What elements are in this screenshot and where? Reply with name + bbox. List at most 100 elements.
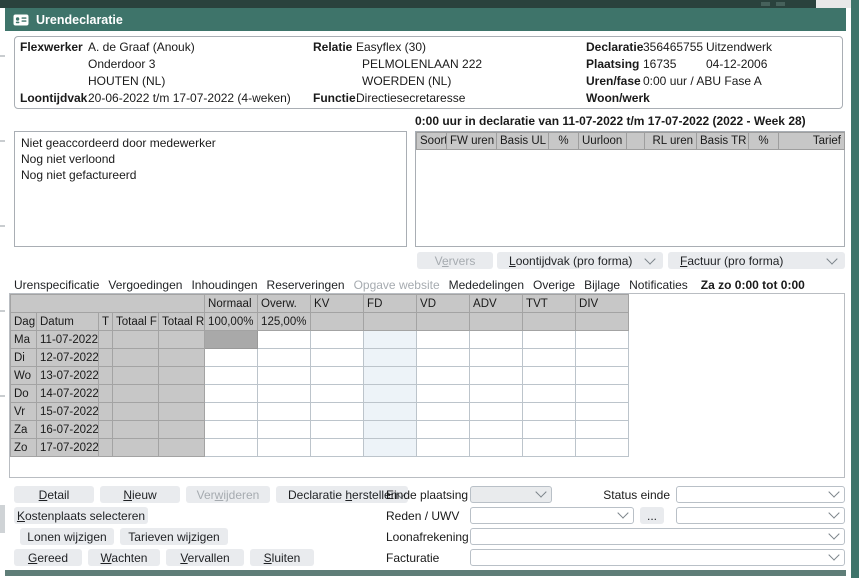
status-line: Nog niet gefactureerd bbox=[21, 167, 400, 183]
grid-cell[interactable] bbox=[258, 331, 311, 349]
wachten-button[interactable]: Wachten bbox=[88, 549, 160, 566]
grid-cell[interactable] bbox=[470, 421, 523, 439]
grid-cell[interactable] bbox=[417, 403, 470, 421]
uwv-dropdown[interactable] bbox=[676, 507, 845, 524]
nieuw-button[interactable]: Nieuw bbox=[100, 486, 180, 503]
grid-cell[interactable] bbox=[470, 439, 523, 457]
grid-cell[interactable] bbox=[364, 421, 417, 439]
grid-cell[interactable] bbox=[258, 403, 311, 421]
dialog-title: Urendeclaratie bbox=[36, 13, 123, 27]
tab-overige[interactable]: Overige bbox=[533, 278, 575, 292]
grid-cell[interactable] bbox=[258, 367, 311, 385]
grid-cell[interactable] bbox=[523, 385, 576, 403]
tab-notificaties[interactable]: Notificaties bbox=[629, 278, 688, 292]
grid-cell[interactable] bbox=[311, 403, 364, 421]
functie-label: Functie bbox=[313, 90, 356, 107]
loontijdvak-value: 20-06-2022 t/m 17-07-2022 (4-weken) bbox=[88, 90, 291, 107]
grid-cell[interactable] bbox=[205, 421, 258, 439]
grid-cell[interactable] bbox=[417, 331, 470, 349]
grid-cell[interactable] bbox=[417, 349, 470, 367]
rate-header-blank bbox=[627, 133, 645, 150]
loonafrekening-dropdown[interactable] bbox=[470, 528, 845, 545]
grid-cell[interactable] bbox=[205, 385, 258, 403]
urenfase-label: Uren/fase bbox=[586, 73, 641, 90]
grid-cell[interactable] bbox=[576, 331, 629, 349]
grid-cell[interactable] bbox=[470, 385, 523, 403]
grid-cell[interactable] bbox=[258, 439, 311, 457]
hours-grid: Normaal Overw. KV FD VD ADV TVT DIV Dag … bbox=[10, 294, 629, 457]
grid-col-overw: Overw. bbox=[258, 295, 311, 313]
grid-cell[interactable] bbox=[311, 331, 364, 349]
grid-cell[interactable] bbox=[258, 385, 311, 403]
tab-mededelingen[interactable]: Mededelingen bbox=[449, 278, 524, 292]
tab-reserveringen[interactable]: Reserveringen bbox=[267, 278, 345, 292]
reden-browse-button[interactable]: ... bbox=[640, 507, 664, 524]
grid-cell[interactable] bbox=[311, 385, 364, 403]
detail-button[interactable]: Detail bbox=[14, 486, 94, 503]
grid-cell[interactable] bbox=[523, 367, 576, 385]
kostenplaats-selecteren-button[interactable]: Kostenplaats selecteren bbox=[14, 507, 148, 524]
grid-cell[interactable] bbox=[417, 367, 470, 385]
einde-plaatsing-label: Einde plaatsing bbox=[386, 487, 468, 504]
grid-cell[interactable] bbox=[364, 385, 417, 403]
tarieven-wijzigen-button[interactable]: Tarieven wijzigen bbox=[120, 528, 228, 545]
grid-cell[interactable] bbox=[311, 421, 364, 439]
status-einde-dropdown[interactable] bbox=[676, 486, 845, 503]
grid-percent-normaal: 100,00% bbox=[205, 313, 258, 331]
grid-cell[interactable] bbox=[364, 439, 417, 457]
vervallen-button[interactable]: Vervallen bbox=[166, 549, 244, 566]
grid-cell[interactable] bbox=[205, 439, 258, 457]
grid-cell[interactable] bbox=[205, 403, 258, 421]
grid-cell[interactable] bbox=[470, 349, 523, 367]
gereed-button[interactable]: Gereed bbox=[14, 549, 82, 566]
grid-cell[interactable] bbox=[523, 403, 576, 421]
grid-date-cell: 11-07-2022 bbox=[37, 331, 99, 349]
tab-bijlage[interactable]: Bijlage bbox=[584, 278, 620, 292]
chevron-down-icon bbox=[828, 507, 839, 518]
rate-header-tarief: Tarief bbox=[779, 133, 845, 150]
chevron-down-icon bbox=[617, 507, 628, 518]
grid-cell[interactable] bbox=[417, 385, 470, 403]
factuur-pro-forma-button[interactable]: Factuur (pro forma) bbox=[668, 252, 845, 269]
grid-cell[interactable] bbox=[576, 439, 629, 457]
tab-inhoudingen[interactable]: Inhoudingen bbox=[191, 278, 257, 292]
grid-cell[interactable] bbox=[258, 421, 311, 439]
grid-col-tvt: TVT bbox=[523, 295, 576, 313]
grid-cell[interactable] bbox=[205, 349, 258, 367]
grid-cell[interactable] bbox=[470, 367, 523, 385]
grid-cell[interactable] bbox=[311, 349, 364, 367]
rate-header-percent-tr: % bbox=[749, 133, 779, 150]
grid-cell[interactable] bbox=[470, 331, 523, 349]
facturatie-dropdown[interactable] bbox=[470, 549, 845, 566]
grid-cell[interactable] bbox=[470, 403, 523, 421]
grid-cell[interactable] bbox=[311, 439, 364, 457]
grid-day-cell: Wo bbox=[11, 367, 37, 385]
grid-cell[interactable] bbox=[311, 367, 364, 385]
grid-cell[interactable] bbox=[364, 331, 417, 349]
tab-urenspecificatie[interactable]: Urenspecificatie bbox=[14, 278, 99, 292]
grid-cell[interactable] bbox=[523, 421, 576, 439]
lonen-wijzigen-button[interactable]: Lonen wijzigen bbox=[20, 528, 114, 545]
sluiten-button[interactable]: Sluiten bbox=[250, 549, 314, 566]
grid-cell[interactable] bbox=[364, 403, 417, 421]
grid-cell[interactable] bbox=[258, 349, 311, 367]
grid-cell[interactable] bbox=[576, 349, 629, 367]
relatie-street: PELMOLENLAAN 222 bbox=[362, 56, 482, 73]
grid-cell[interactable] bbox=[523, 331, 576, 349]
grid-cell[interactable] bbox=[576, 385, 629, 403]
grid-cell[interactable] bbox=[576, 421, 629, 439]
grid-cell[interactable] bbox=[364, 367, 417, 385]
grid-cell[interactable] bbox=[523, 439, 576, 457]
grid-cell[interactable] bbox=[576, 367, 629, 385]
grid-cell-selected[interactable] bbox=[205, 331, 258, 349]
grid-cell[interactable] bbox=[205, 367, 258, 385]
grid-cell[interactable] bbox=[523, 349, 576, 367]
loontijdvak-pro-forma-button[interactable]: Loontijdvak (pro forma) bbox=[497, 252, 663, 269]
grid-cell[interactable] bbox=[364, 349, 417, 367]
grid-cell[interactable] bbox=[417, 421, 470, 439]
declaratie-label: Declaratie bbox=[586, 39, 643, 56]
tab-vergoedingen[interactable]: Vergoedingen bbox=[108, 278, 182, 292]
grid-cell[interactable] bbox=[576, 403, 629, 421]
reden-dropdown[interactable] bbox=[470, 507, 634, 524]
grid-cell[interactable] bbox=[417, 439, 470, 457]
